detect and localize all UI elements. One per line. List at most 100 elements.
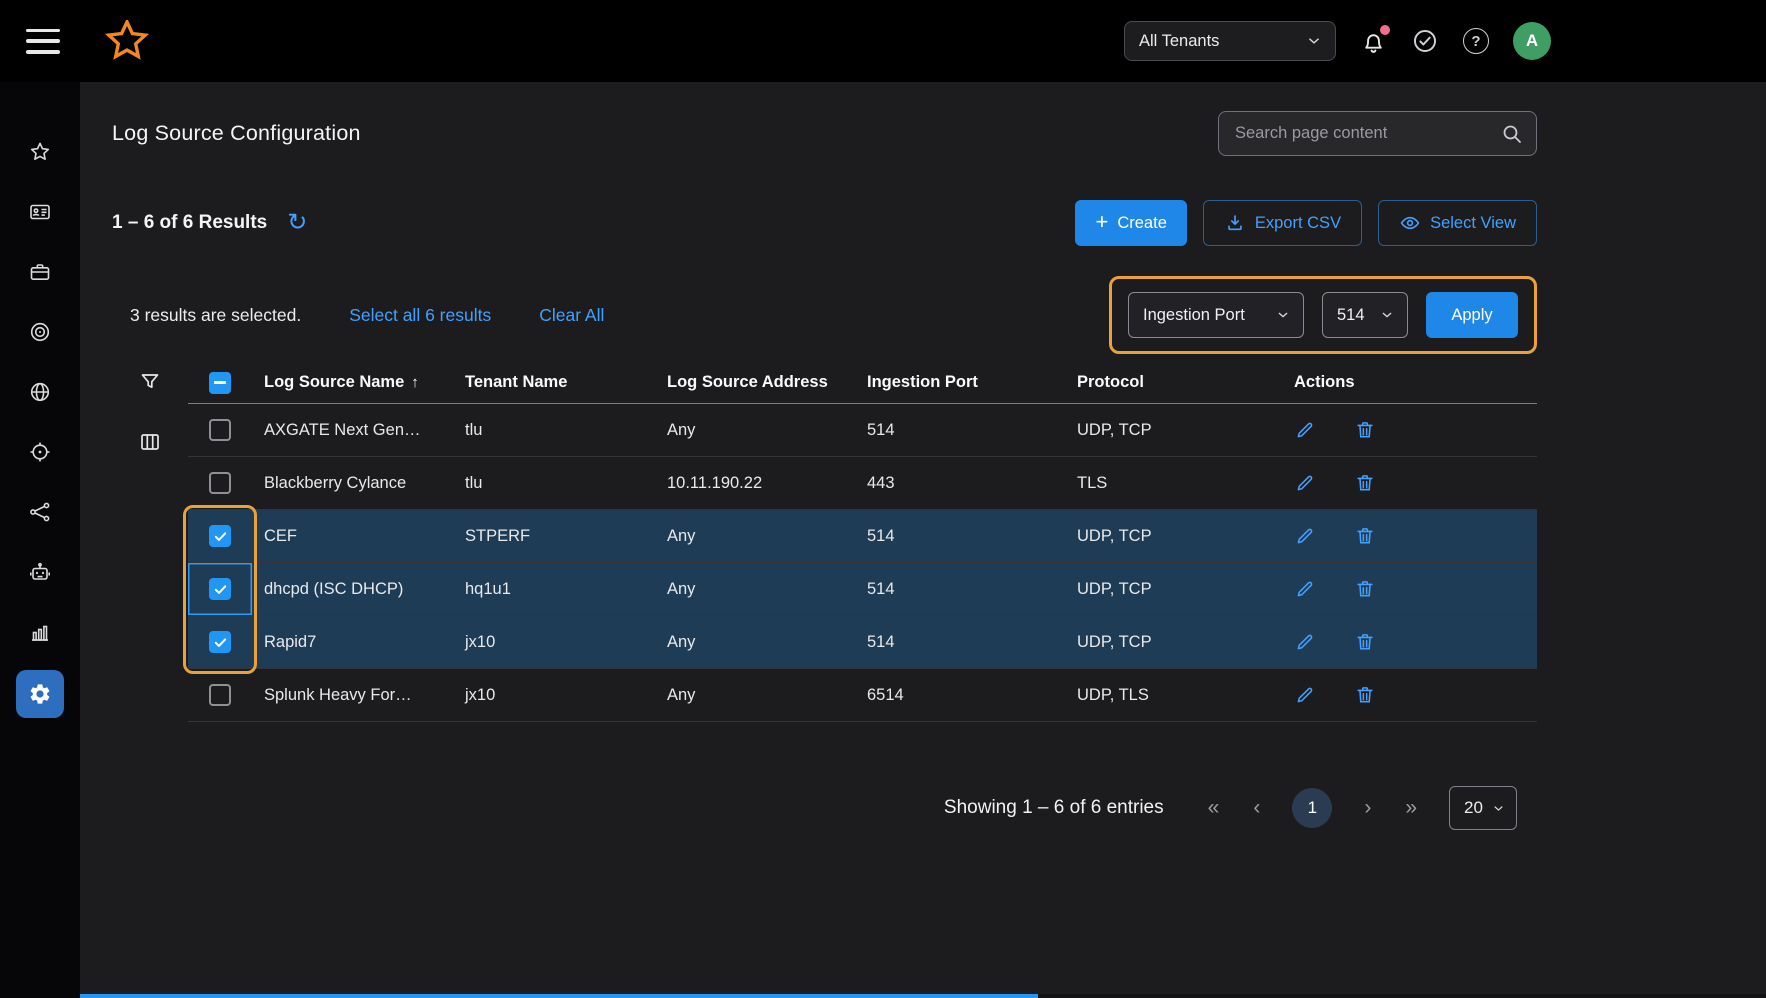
header-checkbox-cell[interactable]	[188, 362, 252, 403]
column-header-ingestion-port[interactable]: Ingestion Port	[855, 373, 1065, 392]
search-input[interactable]	[1233, 123, 1492, 144]
export-csv-button[interactable]: Export CSV	[1203, 200, 1362, 246]
horizontal-scrollbar[interactable]	[80, 994, 1766, 998]
sidebar-item-network[interactable]	[16, 490, 64, 534]
tenant-selector[interactable]: All Tenants	[1124, 21, 1336, 61]
columns-button[interactable]	[138, 430, 188, 454]
hamburger-menu-button[interactable]	[26, 29, 60, 54]
sidebar-item-briefcase[interactable]	[16, 250, 64, 294]
sidebar-item-globe[interactable]	[16, 370, 64, 414]
edit-button[interactable]	[1294, 578, 1316, 600]
sort-asc-icon[interactable]: ↑	[411, 374, 419, 391]
tenant-name-cell: STPERF	[453, 527, 655, 546]
row-checkbox[interactable]	[209, 525, 231, 547]
column-header-protocol[interactable]: Protocol	[1065, 373, 1270, 392]
delete-button[interactable]	[1354, 419, 1376, 441]
select-view-button[interactable]: Select View	[1378, 200, 1537, 246]
network-icon	[28, 500, 52, 524]
ingestion-port-cell: 514	[855, 421, 1065, 440]
tasks-button[interactable]	[1411, 27, 1439, 55]
table-row[interactable]: Splunk Heavy For… jx10 Any 6514 UDP, TLS	[188, 669, 1537, 722]
row-checkbox-cell[interactable]	[188, 404, 252, 456]
avatar[interactable]: A	[1513, 22, 1551, 60]
page-title: Log Source Configuration	[112, 121, 361, 146]
help-button[interactable]: ?	[1463, 28, 1489, 54]
last-page-button[interactable]: »	[1403, 796, 1419, 820]
log-source-name-cell: AXGATE Next Gen…	[252, 421, 453, 440]
pagination: Showing 1 – 6 of 6 entries « ‹ 1 › » 20	[112, 786, 1537, 830]
edit-button[interactable]	[1294, 631, 1316, 653]
create-button[interactable]: + Create	[1075, 200, 1186, 246]
edit-button[interactable]	[1294, 525, 1316, 547]
log-source-address-cell: Any	[655, 527, 855, 546]
row-checkbox-cell[interactable]	[188, 669, 252, 721]
delete-button[interactable]	[1354, 631, 1376, 653]
filter-icon	[138, 370, 162, 394]
select-all-checkbox[interactable]	[209, 372, 231, 394]
results-count: 1 – 6 of 6 Results	[112, 212, 267, 234]
table-row[interactable]: Rapid7 jx10 Any 514 UDP, TCP	[188, 616, 1537, 669]
table-row[interactable]: dhcpd (ISC DHCP) hq1u1 Any 514 UDP, TCP	[188, 563, 1537, 616]
row-actions	[1270, 684, 1537, 706]
filter-button[interactable]	[138, 370, 188, 394]
column-header-tenant-name[interactable]: Tenant Name	[453, 373, 655, 392]
delete-button[interactable]	[1354, 472, 1376, 494]
sidebar-item-star[interactable]	[16, 130, 64, 174]
next-page-button[interactable]: ›	[1362, 796, 1373, 820]
scrollbar-thumb[interactable]	[80, 994, 1038, 998]
sidebar-item-settings[interactable]	[16, 670, 64, 718]
row-checkbox-cell[interactable]	[188, 457, 252, 509]
sidebar	[0, 82, 80, 998]
log-source-name-cell: Blackberry Cylance	[252, 474, 453, 493]
bulk-value-select[interactable]: 514	[1322, 292, 1408, 338]
log-source-name-cell: dhcpd (ISC DHCP)	[252, 580, 453, 599]
row-checkbox-cell[interactable]	[188, 563, 252, 615]
column-header-log-source-address[interactable]: Log Source Address	[655, 373, 855, 392]
sidebar-item-crosshair[interactable]	[16, 430, 64, 474]
refresh-button[interactable]: ↻	[287, 211, 307, 235]
row-checkbox-cell[interactable]	[188, 616, 252, 668]
first-page-button[interactable]: «	[1206, 796, 1222, 820]
table-tools	[112, 362, 188, 722]
edit-icon	[1294, 684, 1316, 706]
edit-button[interactable]	[1294, 419, 1316, 441]
protocol-cell: UDP, TCP	[1065, 580, 1270, 599]
current-page-indicator[interactable]: 1	[1292, 788, 1332, 828]
clear-all-link[interactable]: Clear All	[539, 305, 604, 326]
column-header-log-source-name[interactable]: Log Source Name↑	[252, 373, 453, 392]
previous-page-button[interactable]: ‹	[1251, 796, 1262, 820]
sidebar-item-bar-chart[interactable]	[16, 610, 64, 654]
edit-button[interactable]	[1294, 472, 1316, 494]
apply-button[interactable]: Apply	[1426, 292, 1518, 338]
edit-button[interactable]	[1294, 684, 1316, 706]
edit-icon	[1294, 525, 1316, 547]
row-actions	[1270, 525, 1537, 547]
topbar-actions: All Tenants ? A	[1124, 21, 1551, 61]
table-row[interactable]: CEF STPERF Any 514 UDP, TCP	[188, 510, 1537, 563]
row-checkbox[interactable]	[209, 419, 231, 441]
ingestion-port-cell: 6514	[855, 686, 1065, 705]
search-icon[interactable]	[1500, 122, 1524, 151]
page-size-select[interactable]: 20	[1449, 786, 1517, 830]
table-row[interactable]: Blackberry Cylance tlu 10.11.190.22 443 …	[188, 457, 1537, 510]
delete-button[interactable]	[1354, 525, 1376, 547]
row-checkbox[interactable]	[209, 684, 231, 706]
tenant-name-cell: tlu	[453, 421, 655, 440]
select-all-link[interactable]: Select all 6 results	[349, 305, 491, 326]
row-checkbox[interactable]	[209, 472, 231, 494]
protocol-cell: TLS	[1065, 474, 1270, 493]
delete-button[interactable]	[1354, 578, 1376, 600]
row-checkbox-cell[interactable]	[188, 510, 252, 562]
sidebar-item-id-card[interactable]	[16, 190, 64, 234]
sidebar-item-disc[interactable]	[16, 310, 64, 354]
notifications-button[interactable]	[1360, 28, 1387, 55]
download-icon	[1224, 212, 1246, 234]
bulk-field-select[interactable]: Ingestion Port	[1128, 292, 1304, 338]
tenant-name-cell: jx10	[453, 686, 655, 705]
table-row[interactable]: AXGATE Next Gen… tlu Any 514 UDP, TCP	[188, 404, 1537, 457]
row-checkbox[interactable]	[209, 578, 231, 600]
trash-icon	[1354, 525, 1376, 547]
delete-button[interactable]	[1354, 684, 1376, 706]
row-checkbox[interactable]	[209, 631, 231, 653]
sidebar-item-robot[interactable]	[16, 550, 64, 594]
